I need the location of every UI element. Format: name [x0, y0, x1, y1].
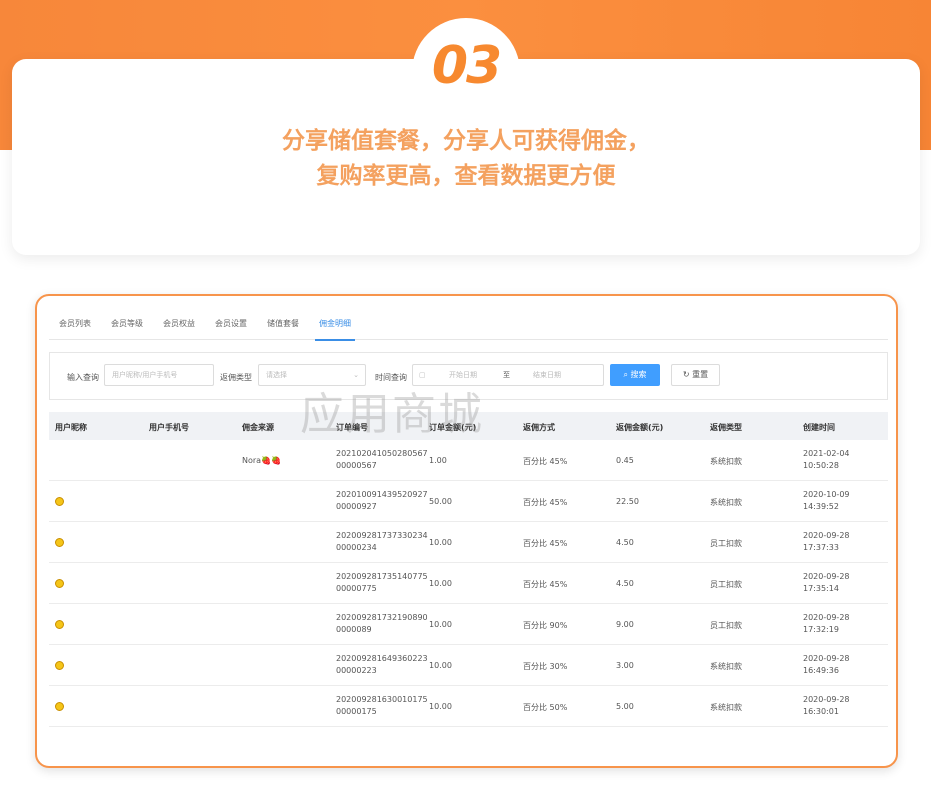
cell-type: 系统扣款: [710, 703, 742, 712]
cell-type: 系统扣款: [710, 498, 742, 507]
reset-button[interactable]: ↻ 重置: [671, 364, 720, 386]
header-amount: 订单金额(元): [429, 423, 477, 432]
cell-order-no: 202009281732190890 0000089: [336, 613, 428, 634]
end-date[interactable]: 结束日期: [533, 365, 561, 385]
cell-type: 系统扣款: [710, 662, 742, 671]
header-type: 返佣类型: [710, 423, 742, 432]
cell-method: 百分比 45%: [523, 498, 568, 507]
avatar-emoji-icon: [55, 538, 64, 547]
cell-type: 系统扣款: [710, 457, 742, 466]
refresh-icon: ↻: [682, 370, 690, 379]
tab-bar: 会员列表 会员等级 会员权益 会员设置 储值套餐 佣金明细: [49, 296, 888, 341]
reset-button-label: 重置: [692, 370, 709, 379]
cell-amount: 10.00: [429, 620, 452, 629]
cell-type: 员工扣款: [710, 580, 742, 589]
cell-amount: 50.00: [429, 497, 452, 506]
slogan-line-1: 分享储值套餐，分享人可获得佣金，: [282, 128, 650, 154]
cell-source: Nora🍓🍓: [242, 456, 281, 465]
tab-member-rights[interactable]: 会员权益: [153, 296, 205, 340]
cell-commission: 4.50: [616, 579, 634, 588]
filter-bar: 输入查询 用户昵称/用户手机号 返佣类型 请选择 ⌄ 时间查询 ▢ 开始日期 至…: [49, 352, 888, 400]
type-select[interactable]: 请选择 ⌄: [258, 364, 366, 386]
table-row: 202010091439520927 00000927 50.00 百分比 45% 2…: [49, 481, 888, 522]
cell-amount: 10.00: [429, 538, 452, 547]
step-number: 03: [431, 36, 502, 96]
cell-method: 百分比 30%: [523, 662, 568, 671]
cell-created: 2021-02-04 10:50:28: [803, 449, 850, 470]
start-date[interactable]: 开始日期: [449, 365, 477, 385]
cell-type: 员工扣款: [710, 621, 742, 630]
avatar-emoji-icon: [55, 579, 64, 588]
cell-order-no: 202102041050280567 00000567: [336, 449, 428, 470]
cell-commission: 4.50: [616, 538, 634, 547]
avatar-emoji-icon: [55, 620, 64, 629]
cell-created: 2020-10-09 14:39:52: [803, 490, 850, 511]
table-body: Nora🍓🍓 202102041050280567 00000567 1.00 百分比…: [49, 440, 888, 727]
slogan-line-2: 复购率更高，查看数据更方便: [316, 163, 616, 189]
cell-created: 2020-09-28 17:37:33: [803, 531, 850, 552]
table-row: 202009281735140775 00000775 10.00 百分比 45% 4…: [49, 563, 888, 604]
range-separator: 至: [503, 371, 510, 379]
cell-amount: 1.00: [429, 456, 447, 465]
search-button-label: 搜索: [630, 370, 647, 379]
table-row: Nora🍓🍓 202102041050280567 00000567 1.00 百分比…: [49, 440, 888, 481]
cell-type: 员工扣款: [710, 539, 742, 548]
table-row: 202009281630010175 00000175 10.00 百分比 50% 5…: [49, 686, 888, 727]
avatar-emoji-icon: [55, 702, 64, 711]
date-range-picker[interactable]: ▢ 开始日期 至 结束日期: [412, 364, 604, 386]
query-label: 输入查询: [67, 373, 99, 382]
cell-commission: 0.45: [616, 456, 634, 465]
header-method: 返佣方式: [523, 423, 555, 432]
cell-amount: 10.00: [429, 702, 452, 711]
avatar-emoji-icon: [55, 661, 64, 670]
table-row: 202009281649360223 00000223 10.00 百分比 30% 3…: [49, 645, 888, 686]
header-nickname: 用户昵称: [55, 423, 87, 432]
cell-amount: 10.00: [429, 661, 452, 670]
tab-member-list[interactable]: 会员列表: [49, 296, 101, 340]
header-commission: 返佣金额(元): [616, 423, 664, 432]
commission-table: 用户昵称 用户手机号 佣金来源 订单编号 订单金额(元) 返佣方式 返佣金额(元…: [49, 412, 888, 727]
tab-member-settings[interactable]: 会员设置: [205, 296, 257, 340]
table-row: 202009281737330234 00000234 10.00 百分比 45% 4…: [49, 522, 888, 563]
cell-created: 2020-09-28 16:30:01: [803, 695, 850, 716]
hero-slogan: 分享储值套餐，分享人可获得佣金， 复购率更高，查看数据更方便: [12, 124, 920, 194]
chevron-down-icon: ⌄: [353, 371, 359, 379]
header-order-no: 订单编号: [336, 423, 368, 432]
tab-stored-value[interactable]: 储值套餐: [257, 296, 309, 340]
cell-method: 百分比 90%: [523, 621, 568, 630]
cell-method: 百分比 45%: [523, 580, 568, 589]
search-button[interactable]: ⌕ 搜索: [610, 364, 660, 386]
cell-order-no: 202009281735140775 00000775: [336, 572, 428, 593]
cell-method: 百分比 45%: [523, 457, 568, 466]
cell-commission: 3.00: [616, 661, 634, 670]
cell-order-no: 202009281630010175 00000175: [336, 695, 428, 716]
cell-commission: 22.50: [616, 497, 639, 506]
tab-commission-detail[interactable]: 佣金明细: [309, 296, 361, 341]
header-created: 创建时间: [803, 423, 835, 432]
type-placeholder: 请选择: [266, 371, 287, 379]
calendar-icon: ▢: [419, 371, 426, 379]
table-header: 用户昵称 用户手机号 佣金来源 订单编号 订单金额(元) 返佣方式 返佣金额(元…: [49, 412, 888, 440]
time-label: 时间查询: [375, 373, 407, 382]
tab-member-level[interactable]: 会员等级: [101, 296, 153, 340]
cell-commission: 9.00: [616, 620, 634, 629]
cell-created: 2020-09-28 17:32:19: [803, 613, 850, 634]
search-icon: ⌕: [623, 370, 628, 379]
cell-commission: 5.00: [616, 702, 634, 711]
cell-order-no: 202010091439520927 00000927: [336, 490, 428, 511]
table-row: 202009281732190890 0000089 10.00 百分比 90% 9.…: [49, 604, 888, 645]
cell-order-no: 202009281649360223 00000223: [336, 654, 428, 675]
header-source: 佣金来源: [242, 423, 274, 432]
cell-method: 百分比 45%: [523, 539, 568, 548]
cell-order-no: 202009281737330234 00000234: [336, 531, 428, 552]
type-label: 返佣类型: [220, 373, 252, 382]
cell-amount: 10.00: [429, 579, 452, 588]
cell-method: 百分比 50%: [523, 703, 568, 712]
query-input[interactable]: 用户昵称/用户手机号: [104, 364, 214, 386]
cell-created: 2020-09-28 17:35:14: [803, 572, 850, 593]
header-phone: 用户手机号: [149, 423, 189, 432]
avatar-emoji-icon: [55, 497, 64, 506]
commission-panel: 会员列表 会员等级 会员权益 会员设置 储值套餐 佣金明细 输入查询 用户昵称/…: [35, 294, 898, 768]
cell-created: 2020-09-28 16:49:36: [803, 654, 850, 675]
